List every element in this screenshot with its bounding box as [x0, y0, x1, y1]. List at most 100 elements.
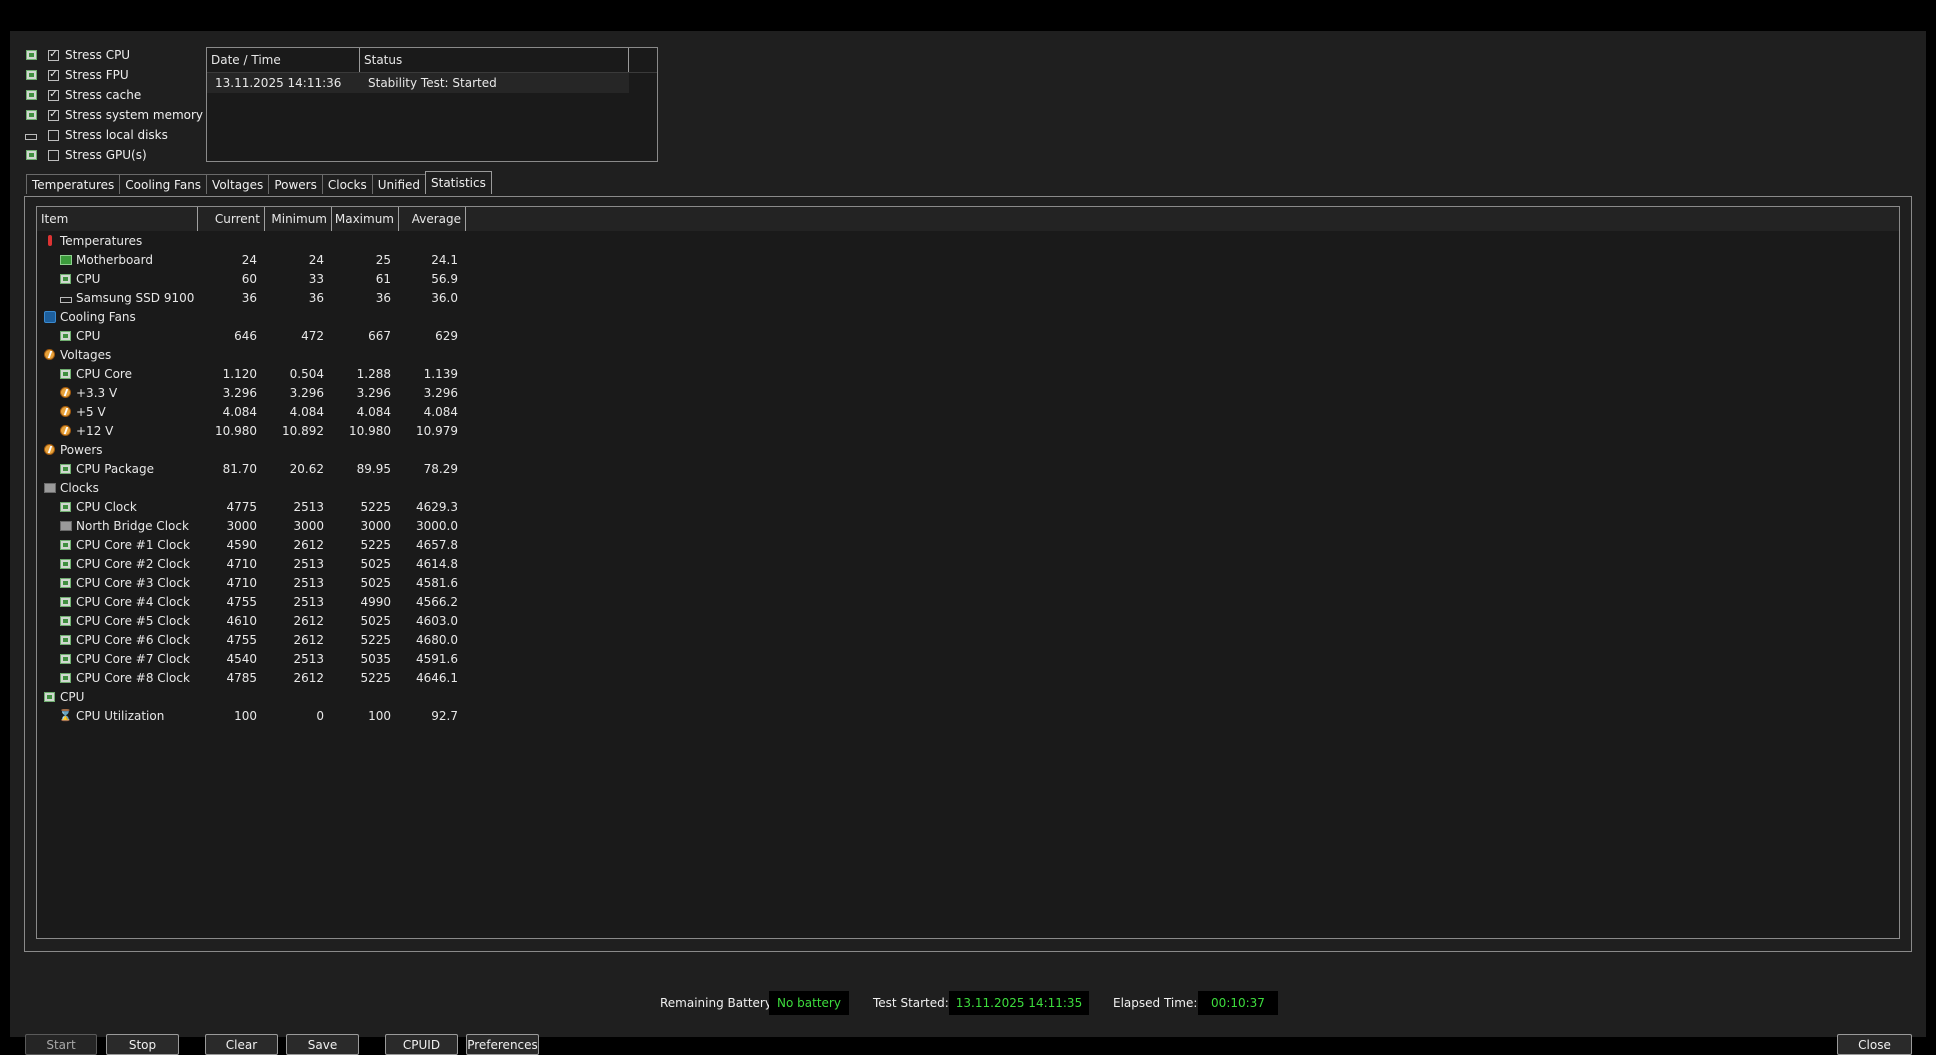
sensor-row[interactable]: CPU Core 1.120 0.504 1.288 1.139 [37, 364, 1899, 383]
cell-maximum: 5225 [360, 670, 391, 685]
category-row[interactable]: Powers [37, 440, 1899, 459]
cell-average: 4614.8 [416, 556, 458, 571]
row-item: ⌛ CPU Utilization [37, 709, 198, 723]
tab-clocks[interactable]: Clocks [321, 174, 373, 194]
clock-icon [59, 520, 72, 532]
row-item: CPU Core [37, 367, 198, 381]
category-row[interactable]: Voltages [37, 345, 1899, 364]
disk-icon [59, 292, 72, 304]
tab-cooling-fans[interactable]: Cooling Fans [119, 174, 208, 194]
cell-maximum: 667 [368, 328, 391, 343]
sensor-row[interactable]: +12 V 10.980 10.892 10.980 10.979 [37, 421, 1899, 440]
cpu-chip-icon [59, 330, 72, 342]
stress-option[interactable]: Stress local disks [24, 125, 203, 145]
cell-minimum: 10.892 [282, 423, 324, 438]
row-item-label: CPU [76, 328, 101, 343]
sensor-row[interactable]: CPU Clock 4775 2513 5225 4629.3 [37, 497, 1899, 516]
fan-icon [43, 310, 56, 323]
stress-checkbox[interactable]: ✓ [48, 49, 59, 61]
col-minimum[interactable]: Minimum [265, 207, 332, 231]
stress-option[interactable]: ✓ Stress system memory [24, 105, 203, 125]
log-col-datetime[interactable]: Date / Time [207, 48, 360, 72]
sensor-row[interactable]: CPU Core #7 Clock 4540 2513 5035 4591.6 [37, 649, 1899, 668]
sensor-row[interactable]: CPU Core #6 Clock 4755 2612 5225 4680.0 [37, 630, 1899, 649]
row-item-label: Powers [60, 442, 103, 457]
sensor-row[interactable]: CPU 60 33 61 56.9 [37, 269, 1899, 288]
sensor-row[interactable]: Samsung SSD 9100 P... 36 36 36 36.0 [37, 288, 1899, 307]
stress-checkbox[interactable] [48, 149, 59, 161]
col-average[interactable]: Average [399, 207, 466, 231]
clear-button[interactable]: Clear [205, 1034, 278, 1055]
row-item-label: CPU Utilization [76, 708, 165, 723]
col-item[interactable]: Item [37, 207, 198, 231]
row-item-label: Clocks [60, 480, 99, 495]
statistics-grid[interactable]: Item Current Minimum Maximum Average Tem… [36, 206, 1900, 939]
sensor-row[interactable]: ⌛ CPU Utilization 100 0 100 92.7 [37, 706, 1899, 725]
tab-unified[interactable]: Unified [371, 174, 426, 194]
cell-average: 4646.1 [416, 670, 458, 685]
stress-option[interactable]: ✓ Stress FPU [24, 65, 203, 85]
sensor-row[interactable]: CPU Core #2 Clock 4710 2513 5025 4614.8 [37, 554, 1899, 573]
stop-button[interactable]: Stop [106, 1034, 179, 1055]
cell-minimum: 2513 [293, 556, 324, 571]
cell-maximum: 5225 [360, 632, 391, 647]
cell-minimum: 2513 [293, 575, 324, 590]
voltage-icon [59, 387, 72, 399]
stress-checkbox[interactable] [48, 129, 59, 141]
tab-statistics[interactable]: Statistics [425, 171, 492, 194]
sensor-row[interactable]: CPU Core #3 Clock 4710 2513 5025 4581.6 [37, 573, 1899, 592]
tab-temperatures[interactable]: Temperatures [26, 174, 121, 194]
category-row[interactable]: Cooling Fans [37, 307, 1899, 326]
stress-checkbox[interactable]: ✓ [48, 69, 59, 81]
save-button[interactable]: Save [286, 1034, 359, 1055]
category-row[interactable]: CPU [37, 687, 1899, 706]
cell-maximum: 36 [375, 290, 391, 305]
tab-voltages[interactable]: Voltages [206, 174, 270, 194]
category-row[interactable]: Temperatures [37, 231, 1899, 250]
col-maximum[interactable]: Maximum [332, 207, 399, 231]
col-current[interactable]: Current [198, 207, 265, 231]
stress-checkbox[interactable]: ✓ [48, 109, 59, 121]
row-item: +5 V [37, 405, 198, 419]
sensor-row[interactable]: CPU Core #5 Clock 4610 2612 5025 4603.0 [37, 611, 1899, 630]
preferences-button[interactable]: Preferences [466, 1034, 539, 1055]
category-row[interactable]: Clocks [37, 478, 1899, 497]
sensor-row[interactable]: CPU Package 81.70 20.62 89.95 78.29 [37, 459, 1899, 478]
stress-label: Stress FPU [65, 68, 129, 82]
stress-label: Stress CPU [65, 48, 131, 62]
cell-maximum: 5025 [360, 613, 391, 628]
cpu-chip-icon [59, 273, 72, 285]
stress-option[interactable]: ✓ Stress cache [24, 85, 203, 105]
stress-option[interactable]: Stress GPU(s) [24, 145, 203, 165]
sensor-row[interactable]: CPU Core #8 Clock 4785 2612 5225 4646.1 [37, 668, 1899, 687]
cpuid-button[interactable]: CPUID [385, 1034, 458, 1055]
row-item: CPU Core #7 Clock [37, 652, 198, 666]
start-button[interactable]: Start [25, 1034, 97, 1055]
cell-current: 100 [234, 708, 257, 723]
stress-options: ✓ Stress CPU ✓ Stress FPU ✓ Stress cache ✓ Stre… [24, 45, 203, 165]
cell-minimum: 20.62 [289, 461, 324, 476]
row-item: Motherboard [37, 253, 198, 267]
cell-minimum: 2612 [293, 670, 324, 685]
row-item-label: CPU Core #6 Clock [76, 632, 190, 647]
cell-minimum: 33 [308, 271, 324, 286]
stress-option[interactable]: ✓ Stress CPU [24, 45, 203, 65]
cell-average: 4.084 [423, 404, 458, 419]
sensor-row[interactable]: +3.3 V 3.296 3.296 3.296 3.296 [37, 383, 1899, 402]
tab-powers[interactable]: Powers [268, 174, 323, 194]
stress-label: Stress GPU(s) [65, 148, 147, 162]
row-item: CPU Package [37, 462, 198, 476]
cell-maximum: 3.296 [356, 385, 391, 400]
sensor-row[interactable]: +5 V 4.084 4.084 4.084 4.084 [37, 402, 1899, 421]
log-row[interactable]: 13.11.2025 14:11:36 Stability Test: Star… [207, 73, 629, 93]
sensor-row[interactable]: CPU Core #1 Clock 4590 2612 5225 4657.8 [37, 535, 1899, 554]
log-status: Stability Test: Started [368, 76, 497, 90]
sensor-row[interactable]: North Bridge Clock 3000 3000 3000 3000.0 [37, 516, 1899, 535]
log-col-status[interactable]: Status [360, 48, 629, 72]
memory-icon [24, 109, 38, 121]
stress-checkbox[interactable]: ✓ [48, 89, 59, 101]
sensor-row[interactable]: CPU 646 472 667 629 [37, 326, 1899, 345]
sensor-row[interactable]: Motherboard 24 24 25 24.1 [37, 250, 1899, 269]
close-button[interactable]: Close [1837, 1034, 1912, 1055]
sensor-row[interactable]: CPU Core #4 Clock 4755 2513 4990 4566.2 [37, 592, 1899, 611]
